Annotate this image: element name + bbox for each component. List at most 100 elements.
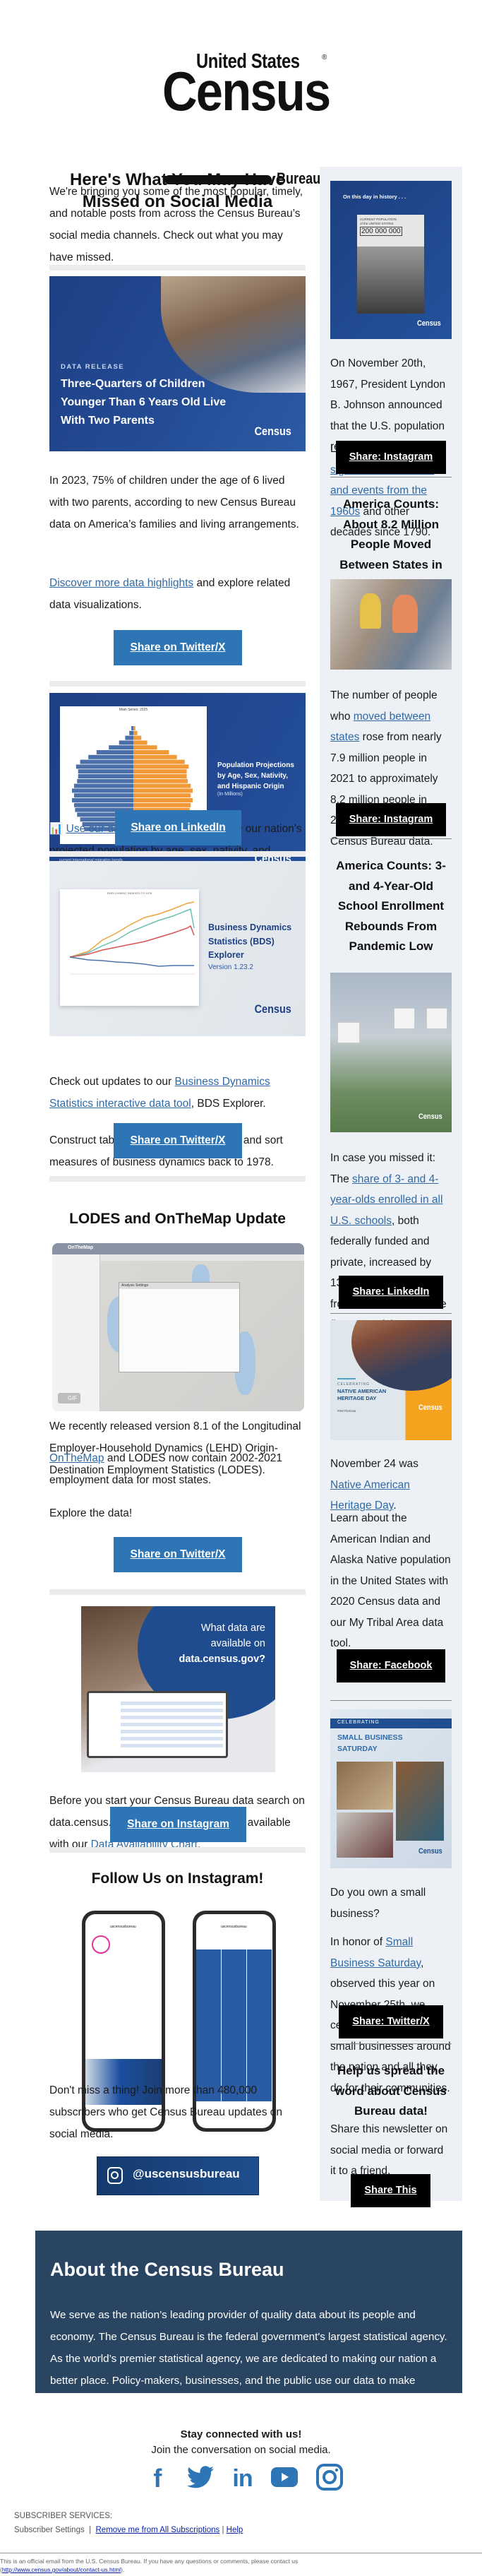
pyramid-bar-male [73,802,133,807]
image-title: SMALL BUSINESS SATURDAY [337,1733,403,1753]
subscriber-settings-link[interactable]: Subscriber Settings [14,2526,85,2534]
image-subtitle: (In Millions) [217,792,243,797]
help-link[interactable]: Help [227,2526,243,2534]
sidebar-divider [330,1313,452,1314]
post-4-onthemap-paragraph: OnTheMap and LODES now contain 2002-2021… [49,1447,306,1491]
pyramid-bar-male [76,764,133,769]
pyramid-bar-female [133,802,191,807]
instagram-handle-button[interactable]: @uscensusbureau [97,2156,259,2195]
share-twitter-button[interactable]: Share on Twitter/X [114,1123,242,1158]
pyramid-bar-female [133,735,142,740]
remove-all-subscriptions-link[interactable]: Remove me from All Subscriptions [96,2526,220,2534]
pyramid-bar-female [133,788,193,793]
pyramid-bar-male [131,726,133,730]
sidebar-item-5-before-link: In honor of [330,1936,386,1948]
image-title: Population Projections by Age, Sex, Nati… [217,761,294,790]
chart-series-line [69,908,195,958]
gif-badge[interactable]: GIF [58,1393,80,1403]
sidebar-item-3-heading: America Counts: 3- and 4-Year-Old School… [336,859,446,953]
pyramid-bar-male [77,778,133,783]
image-hashtag: #WeTheData [337,1409,356,1413]
share-twitter-button[interactable]: Share on Twitter/X [114,630,242,665]
about-heading: About the Census Bureau [50,2259,284,2280]
bds-explorer-image: EMPLOYMENT INDEXED TO 1978 Business Dyna… [49,861,306,1036]
share-facebook-button[interactable]: Share: Facebook [337,1649,445,1682]
small-business-saturday-image: CELEBRATING SMALL BUSINESS SATURDAY Cens… [330,1709,452,1868]
app-header: OnTheMap [52,1243,304,1254]
bds-line-chart [69,901,195,975]
pyramid-bar-female [133,783,191,788]
bar-chart-emoji-icon: 📊 [49,823,64,835]
children-two-parents-image: DATA RELEASE Three-Quarters of Children … [49,276,306,451]
section-divider [49,1589,306,1595]
onthemap-link[interactable]: OnTheMap [49,1452,104,1464]
app-name: OnTheMap [68,1245,94,1250]
laptop-screen [87,1691,228,1758]
share-instagram-button[interactable]: Share on Instagram [110,1807,246,1842]
image-eyebrow: CELEBRATING [337,1720,380,1725]
official-email-text: This is an official email from the U.S. … [0,2558,299,2565]
logo-census: Census [162,60,331,122]
pyramid-bar-female [133,726,135,730]
pyramid-bar-male [96,750,133,754]
share-linkedin-button[interactable]: Share: LinkedIn [339,1276,443,1309]
share-linkedin-button[interactable]: Share on LinkedIn [115,810,241,845]
subscriber-services-label: SUBSCRIBER SERVICES: [14,2512,113,2520]
image-title: Business Dynamics Statistics (BDS) Explo… [208,922,292,960]
instagram-icon[interactable] [315,2463,343,2494]
instagram-heading: Follow Us on Instagram! [91,1870,264,1887]
section-divider [49,681,306,687]
bds-chart-card: EMPLOYMENT INDEXED TO 1978 [60,889,199,1006]
sidebar-divider [330,838,452,839]
contact-us-link[interactable]: http://www.census.gov/about/contact-us.h… [2,2566,121,2573]
pyramid-bar-male [129,730,133,735]
twitter-icon[interactable] [187,2465,215,2492]
census-logo[interactable]: United States ® Census Bureau [0,48,482,187]
data-highlights-link[interactable]: Discover more data highlights [49,577,193,589]
pyramid-bar-female [133,730,138,735]
share-this-button[interactable]: Share This [351,2174,430,2207]
population-sign: 200 000 000 [360,227,402,236]
section-divider [49,265,306,271]
census-brand-mark: Census [254,425,291,438]
sidebar-item-6-heading: Help us spread the word about Census Bur… [335,2064,447,2118]
section-divider [49,1176,306,1182]
share-instagram-button[interactable]: Share: Instagram [336,803,446,836]
instagram-text: Don't miss a thing! Join more than 480,0… [49,2084,283,2140]
social-icons: f in [0,2461,482,2496]
facebook-icon[interactable]: f [153,2464,169,2493]
share-twitter-button[interactable]: Share on Twitter/X [114,1537,242,1572]
pyramid-bar-female [133,754,177,759]
sidebar-item-5-text: Do you own a small business? [330,1887,426,1920]
sidebar-item-4-text-2: Learn about the American Indian and Alas… [330,1512,451,1649]
phone-handle: uscensusbureau [221,1925,247,1929]
data-census-gov-image: What data are available on data.census.gov… [81,1606,275,1772]
image-version: Version 1.23.2 [208,963,253,971]
app-side-panel [52,1254,100,1411]
pyramid-bar-female [133,778,188,783]
phone-handle: uscensusbureau [110,1925,136,1929]
share-instagram-button[interactable]: Share: Instagram [336,441,446,474]
post-3-after-link: , BDS Explorer. [191,1098,266,1110]
image-question: What data are available on data.census.gov… [179,1622,265,1665]
sidebar-divider [330,1700,452,1701]
separator: | [89,2526,92,2534]
stay-connected-text: Join the conversation on social media. [151,2444,331,2456]
instagram-icon [107,2167,123,2184]
post-1-link-paragraph: Discover more data highlights and explor… [49,572,306,616]
dialog-title: Analysis Settings [119,1283,239,1289]
census-brand-mark: Census [254,1002,291,1016]
stay-connected-heading: Stay connected with us! [180,2428,302,2440]
linkedin-icon[interactable]: in [232,2465,253,2493]
native-american-heritage-day-link[interactable]: Native American Heritage Day [330,1479,410,1512]
youtube-icon[interactable] [270,2467,298,2491]
separator: | [222,2526,224,2534]
image-eyebrow: CELEBRATING [337,1382,370,1387]
subscriber-services: SUBSCRIBER SERVICES: Subscriber Settings… [14,2509,243,2537]
pyramid-bar-male [78,774,133,778]
sidebar-item-4-paragraph: November 24 was Native American Heritage… [330,1454,452,1516]
chart-series-line [69,956,194,967]
pyramid-bar-female [133,745,157,750]
census-brand-mark: Census [418,1847,443,1856]
share-twitter-button[interactable]: Share: Twitter/X [339,2005,443,2038]
